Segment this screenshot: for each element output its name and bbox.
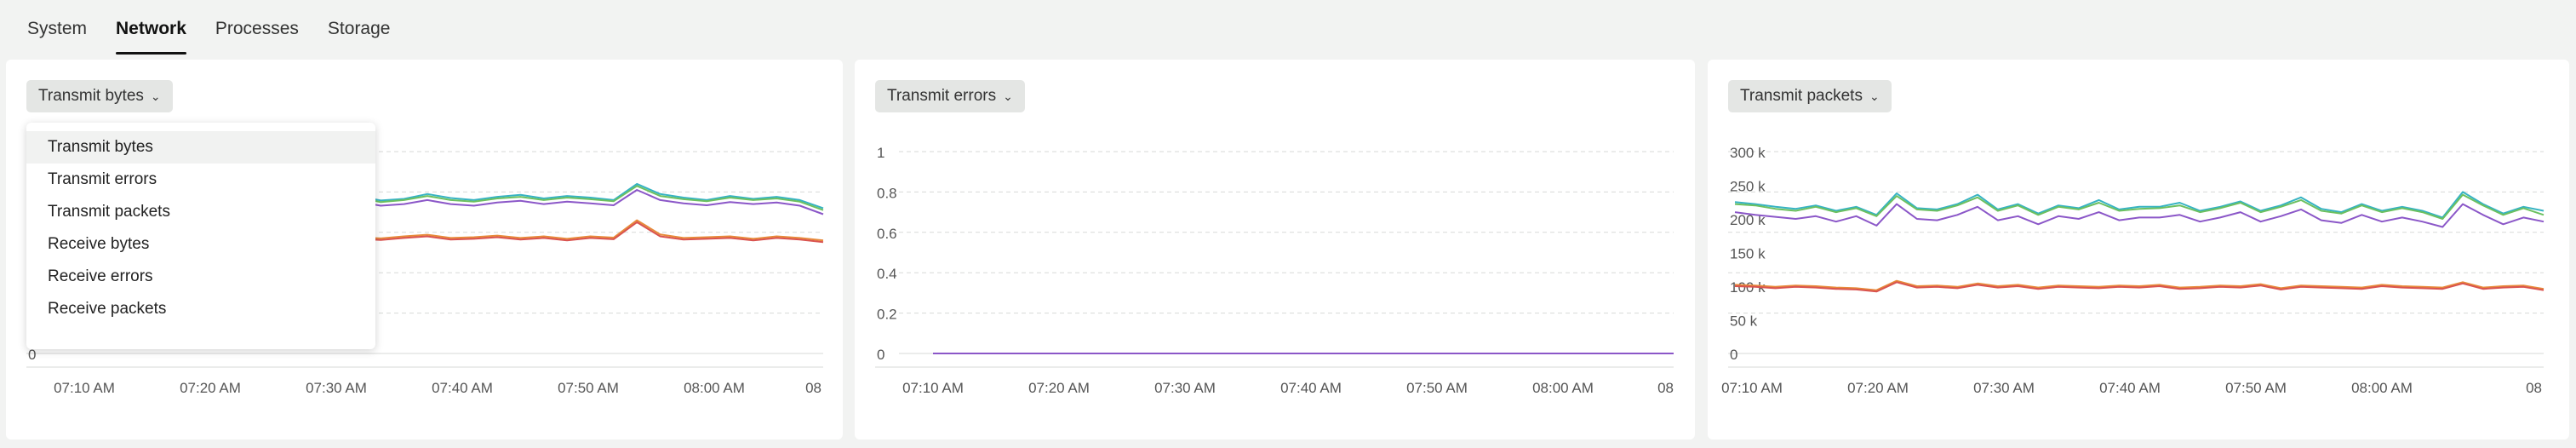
x-tick-label: 07:40 AM bbox=[432, 380, 493, 396]
menu-item-receive-packets[interactable]: Receive packets bbox=[26, 293, 375, 325]
y-tick-label: 0 bbox=[1730, 347, 1737, 363]
network-panel-2: Transmit errors ⌄ 0 0.2 0.4 0.6 0.8 1 07:10 AM… bbox=[855, 60, 1695, 439]
tab-system[interactable]: System bbox=[17, 0, 97, 55]
tab-processes[interactable]: Processes bbox=[205, 0, 309, 55]
x-tick-label: 08:00 AM bbox=[684, 380, 745, 396]
y-tick-label: 0.2 bbox=[877, 307, 897, 323]
x-tick-label: 08:00 AM bbox=[1532, 380, 1594, 396]
x-tick-label: 07:20 AM bbox=[1847, 380, 1909, 396]
chart-transmit-errors: 0 0.2 0.4 0.6 0.8 1 07:10 AM 07:20 AM 07:30 AM 07… bbox=[875, 145, 1674, 396]
y-tick-label: 300 k bbox=[1730, 145, 1766, 161]
network-panel-1: Transmit bytes ⌄ 0 07:10 AM 07:20 AM 07:30 … bbox=[6, 60, 843, 439]
menu-item-transmit-bytes[interactable]: Transmit bytes bbox=[26, 131, 375, 164]
x-tick-label: 08 bbox=[2526, 380, 2542, 396]
menu-item-receive-errors[interactable]: Receive errors bbox=[26, 261, 375, 293]
x-tick-label: 07:30 AM bbox=[1973, 380, 2035, 396]
x-tick-label: 07:50 AM bbox=[558, 380, 619, 396]
x-tick-label: 07:20 AM bbox=[180, 380, 241, 396]
menu-item-receive-bytes[interactable]: Receive bytes bbox=[26, 228, 375, 261]
x-tick-label: 07:10 AM bbox=[1721, 380, 1783, 396]
y-tick-label: 0.6 bbox=[877, 226, 897, 242]
y-tick-label: 50 k bbox=[1730, 313, 1758, 330]
x-tick-label: 07:30 AM bbox=[306, 380, 367, 396]
tab-storage[interactable]: Storage bbox=[318, 0, 401, 55]
menu-item-transmit-packets[interactable]: Transmit packets bbox=[26, 196, 375, 228]
y-tick-label: 150 k bbox=[1730, 246, 1766, 262]
x-tick-label: 07:40 AM bbox=[2099, 380, 2161, 396]
y-tick-label: 250 k bbox=[1730, 179, 1766, 195]
x-tick-label: 07:50 AM bbox=[2225, 380, 2287, 396]
x-tick-label: 08:00 AM bbox=[2351, 380, 2413, 396]
x-tick-label: 07:10 AM bbox=[902, 380, 964, 396]
x-tick-label: 07:20 AM bbox=[1028, 380, 1090, 396]
x-tick-label: 08 bbox=[1657, 380, 1674, 396]
menu-item-transmit-errors[interactable]: Transmit errors bbox=[26, 164, 375, 196]
x-tick-label: 08 bbox=[805, 380, 821, 396]
x-tick-label: 07:50 AM bbox=[1406, 380, 1468, 396]
y-tick-label: 1 bbox=[877, 145, 884, 161]
y-tick-label: 0.4 bbox=[877, 266, 897, 282]
y-tick-label: 0 bbox=[877, 347, 884, 363]
tab-network[interactable]: Network bbox=[106, 0, 197, 55]
series-line-teal bbox=[1734, 191, 2545, 219]
tab-bar: System Network Processes Storage bbox=[17, 0, 409, 55]
x-tick-label: 07:30 AM bbox=[1154, 380, 1216, 396]
metric-dropdown-menu: Transmit bytes Transmit errors Transmit … bbox=[26, 123, 375, 349]
x-tick-label: 07:10 AM bbox=[54, 380, 115, 396]
x-tick-label: 07:40 AM bbox=[1280, 380, 1342, 396]
chart-transmit-packets: 050 k100 k150 k200 k250 k300 k07:10 AM 07… bbox=[1721, 145, 2545, 396]
network-panel-3: Transmit packets ⌄ 0 50 k 100 k 150 k 200 k2… bbox=[1708, 60, 2569, 439]
y-tick-label: 0.8 bbox=[877, 185, 897, 201]
